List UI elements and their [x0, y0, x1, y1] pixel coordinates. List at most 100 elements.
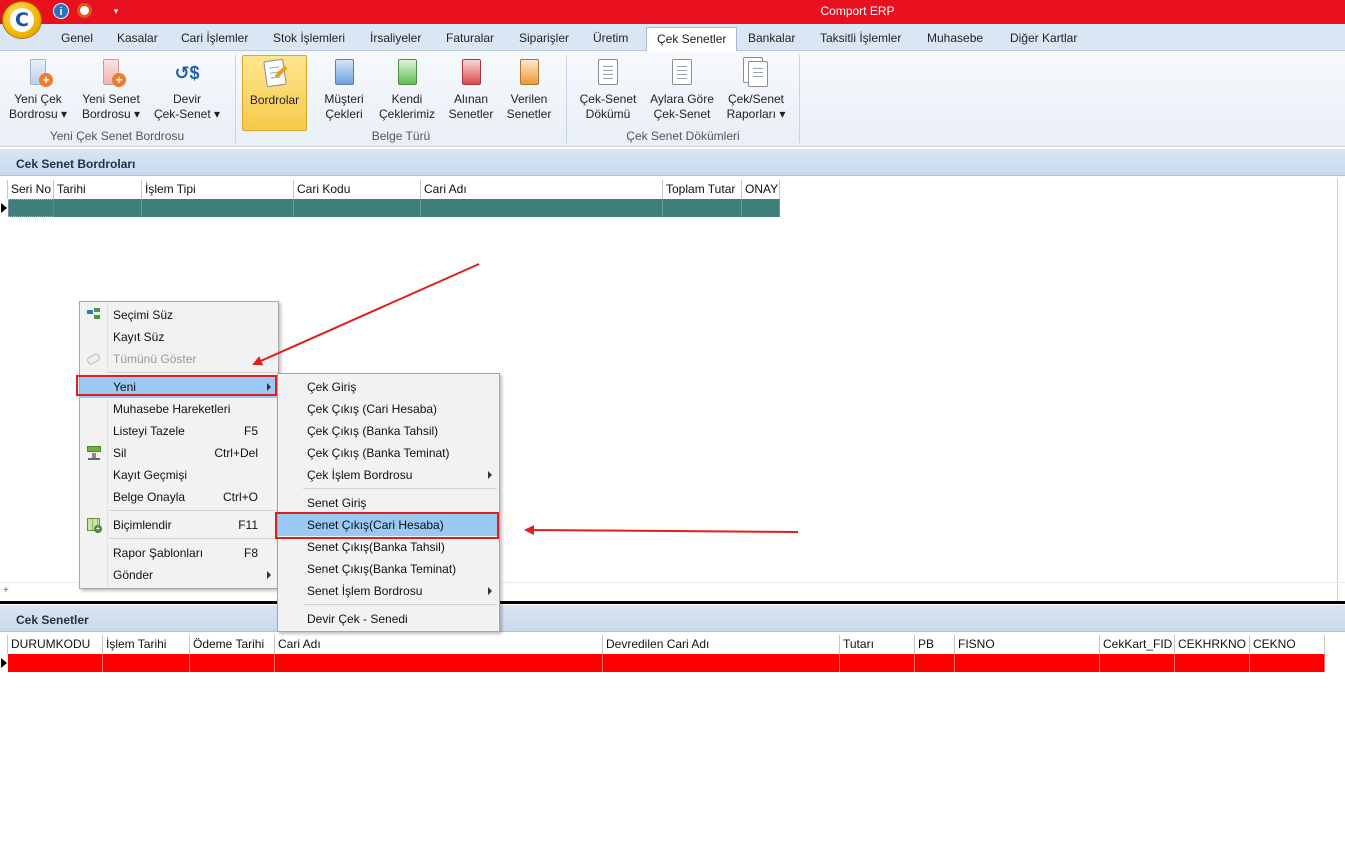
menu-item-approve-document[interactable]: Belge Onayla Ctrl+O [80, 486, 278, 508]
submenu-item-bond-out-bank-guarantee[interactable]: Senet Çıkış(Banka Teminat) [278, 558, 499, 580]
menu-item-label: Rapor Şablonları [113, 546, 204, 560]
tab-kasalar[interactable]: Kasalar [117, 29, 158, 51]
monthly-cheque-bond-button[interactable]: Aylara Göre Çek-Senet [646, 55, 718, 131]
menu-item-refresh-list[interactable]: Listeyi Tazele F5 [80, 420, 278, 442]
col-cari-adi[interactable]: Cari Adı [421, 180, 663, 199]
table-cell[interactable] [190, 654, 275, 672]
menu-item-filter-record[interactable]: Kayıt Süz [80, 326, 278, 348]
submenu-item-cheque-out-bank-collection[interactable]: Çek Çıkış (Banka Tahsil) [278, 420, 499, 442]
col-cekno[interactable]: CEKNO [1250, 635, 1325, 654]
table-row[interactable] [8, 199, 780, 217]
table-cell[interactable] [915, 654, 955, 672]
menu-item-show-all[interactable]: Tümünü Göster [80, 348, 278, 370]
tab-muhasebe[interactable]: Muhasebe [927, 29, 983, 51]
vertical-scrollbar[interactable] [1337, 178, 1345, 602]
new-bond-payroll-button[interactable]: + Yeni Senet Bordrosu ▾ [78, 55, 144, 131]
col-islem-tipi[interactable]: İşlem Tipi [142, 180, 294, 199]
ribbon-tabs: Genel Kasalar Cari İşlemler Stok İşlemle… [0, 24, 1345, 52]
expand-icon[interactable]: + [3, 585, 9, 596]
menu-item-format[interactable]: + Biçimlendir F11 [80, 514, 278, 536]
col-odeme-tarihi[interactable]: Ödeme Tarihi [190, 635, 275, 654]
tab-uretim[interactable]: Üretim [593, 29, 628, 51]
tab-stok-islemleri[interactable]: Stok İşlemleri [273, 29, 345, 51]
tab-irsaliyeler[interactable]: İrsaliyeler [370, 29, 421, 51]
submenu-item-cheque-entry[interactable]: Çek Giriş [278, 376, 499, 398]
table-cell[interactable] [1250, 654, 1325, 672]
submenu-arrow-icon [488, 471, 492, 479]
table-cell[interactable] [294, 199, 421, 217]
menu-item-record-history[interactable]: Kayıt Geçmişi [80, 464, 278, 486]
col-cari-adi[interactable]: Cari Adı [275, 635, 603, 654]
table-cell[interactable] [742, 199, 780, 217]
table-cell[interactable] [663, 199, 742, 217]
menu-item-delete[interactable]: Sil Ctrl+Del [80, 442, 278, 464]
col-tarihi[interactable]: Tarihi [54, 180, 142, 199]
cheque-add-icon: + [25, 59, 53, 89]
submenu-item-bond-entry[interactable]: Senet Giriş [278, 492, 499, 514]
tab-diger-kartlar[interactable]: Diğer Kartlar [1010, 29, 1077, 51]
table-cell[interactable] [8, 199, 54, 217]
table-cell[interactable] [603, 654, 840, 672]
group-label: Yeni Çek Senet Bordrosu [49, 129, 185, 143]
payrolls-button[interactable]: Bordrolar [242, 55, 307, 131]
menu-item-shortcut: Ctrl+O [222, 490, 258, 504]
table-cell[interactable] [1100, 654, 1175, 672]
table-cell[interactable] [955, 654, 1100, 672]
menu-item-report-templates[interactable]: Rapor Şablonları F8 [80, 542, 278, 564]
col-pb[interactable]: PB [915, 635, 955, 654]
submenu-item-cheque-out-account[interactable]: Çek Çıkış (Cari Hesaba) [278, 398, 499, 420]
tab-siparisler[interactable]: Siparişler [519, 29, 569, 51]
col-islem-tarihi[interactable]: İşlem Tarihi [103, 635, 190, 654]
cheque-bond-listing-button[interactable]: Çek-Senet Dökümü [578, 55, 638, 131]
table-cell[interactable] [840, 654, 915, 672]
tab-cari-islemler[interactable]: Cari İşlemler [181, 29, 248, 51]
menu-item-accounting-movements[interactable]: Muhasebe Hareketleri [80, 398, 278, 420]
table-cell[interactable] [1175, 654, 1250, 672]
tab-cek-senetler[interactable]: Çek Senetler [646, 27, 738, 52]
splitter[interactable] [0, 601, 1345, 604]
submenu-item-bond-transaction-payroll[interactable]: Senet İşlem Bordrosu [278, 580, 499, 602]
new-cheque-payroll-button[interactable]: + Yeni Çek Bordrosu ▾ [6, 55, 70, 131]
label: Bordrosu ▾ [8, 107, 68, 121]
submenu-item-bond-out-bank-collection[interactable]: Senet Çıkış(Banka Tahsil) [278, 536, 499, 558]
col-onay[interactable]: ONAY [742, 180, 780, 199]
label: Bordrosu ▾ [81, 107, 141, 121]
col-durumkodu[interactable]: DURUMKODU [8, 635, 103, 654]
submenu-item-cheque-transaction-payroll[interactable]: Çek İşlem Bordrosu [278, 464, 499, 486]
label: Senetler [506, 107, 552, 121]
table-cell[interactable] [275, 654, 603, 672]
tab-bankalar[interactable]: Bankalar [748, 29, 795, 51]
table-cell[interactable] [8, 654, 103, 672]
col-seri-no[interactable]: Seri No [8, 180, 54, 199]
col-cekhrkno[interactable]: CEKHRKNO [1175, 635, 1250, 654]
submenu-item-cheque-out-bank-guarantee[interactable]: Çek Çıkış (Banka Teminat) [278, 442, 499, 464]
menu-item-filter-selection[interactable]: Seçimi Süz [80, 304, 278, 326]
table-cell[interactable] [142, 199, 294, 217]
own-cheques-button[interactable]: Kendi Çeklerimiz [376, 55, 438, 131]
payrolls-grid-header: Seri No Tarihi İşlem Tipi Cari Kodu Cari… [0, 180, 780, 199]
table-cell[interactable] [421, 199, 663, 217]
transfer-cheque-bond-button[interactable]: ↺$ Devir Çek-Senet ▾ [153, 55, 221, 131]
received-bonds-button[interactable]: Alınan Senetler [445, 55, 497, 131]
tab-faturalar[interactable]: Faturalar [446, 29, 494, 51]
tab-taksitli-islemler[interactable]: Taksitli İşlemler [820, 29, 901, 51]
col-devredilen-cari-adi[interactable]: Devredilen Cari Adı [603, 635, 840, 654]
menu-item-send[interactable]: Gönder [80, 564, 278, 586]
submenu-item-transfer-cheque-bond[interactable]: Devir Çek - Senedi [278, 608, 499, 630]
label: Senetler [448, 107, 494, 121]
given-bonds-button[interactable]: Verilen Senetler [503, 55, 555, 131]
customer-cheques-button[interactable]: Müşteri Çekleri [316, 55, 372, 131]
cheques-panel-header: Cek Senetler [0, 605, 1345, 632]
table-cell[interactable] [54, 199, 142, 217]
table-row[interactable] [8, 654, 1325, 672]
col-cari-kodu[interactable]: Cari Kodu [294, 180, 421, 199]
col-toplam-tutar[interactable]: Toplam Tutar [663, 180, 742, 199]
table-cell[interactable] [103, 654, 190, 672]
col-fisno[interactable]: FISNO [955, 635, 1100, 654]
col-cekkart-fid[interactable]: CekKart_FID [1100, 635, 1175, 654]
cheque-bond-reports-button[interactable]: Çek/Senet Raporları ▾ [724, 55, 788, 131]
col-tutari[interactable]: Tutarı [840, 635, 915, 654]
comport-logo[interactable]: C [3, 2, 41, 38]
tab-genel[interactable]: Genel [61, 29, 93, 51]
cheques-grid-header: DURUMKODU İşlem Tarihi Ödeme Tarihi Cari… [0, 635, 1325, 654]
